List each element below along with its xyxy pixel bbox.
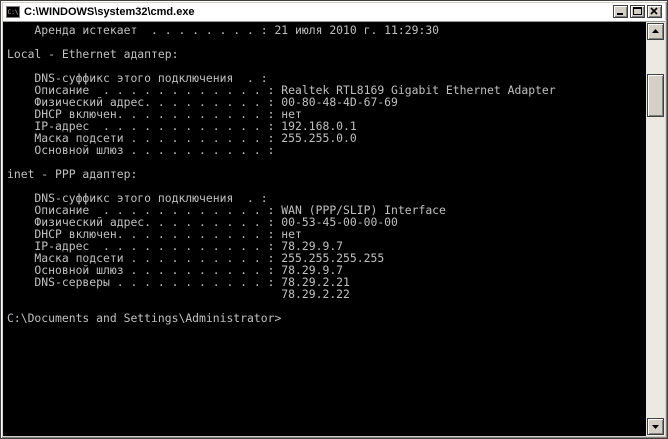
title-bar[interactable]: C:\ C:\WINDOWS\system32\cmd.exe bbox=[3, 3, 665, 22]
window-controls bbox=[613, 5, 662, 18]
scroll-thumb[interactable] bbox=[647, 73, 664, 117]
maximize-icon bbox=[633, 7, 642, 15]
minimize-icon bbox=[617, 13, 623, 15]
console-line: Основной шлюз . . . . . . . . . . : bbox=[7, 143, 275, 157]
minimize-button[interactable] bbox=[613, 5, 628, 18]
scroll-up-button[interactable] bbox=[647, 23, 664, 40]
console-line: Аренда истекает . . . . . . . . : 21 июл… bbox=[7, 23, 440, 37]
console-line: C:\Documents and Settings\Administrator> bbox=[7, 311, 282, 325]
vertical-scrollbar[interactable] bbox=[646, 22, 665, 436]
console-line: Local - Ethernet адаптер: bbox=[7, 47, 179, 61]
cmd-icon[interactable]: C:\ bbox=[6, 6, 20, 18]
scroll-down-button[interactable] bbox=[647, 418, 664, 435]
console-text: Аренда истекает . . . . . . . . : 21 июл… bbox=[7, 24, 556, 324]
cmd-window: C:\ C:\WINDOWS\system32\cmd.exe Аренда и… bbox=[0, 0, 668, 439]
arrow-down-icon bbox=[652, 425, 659, 429]
console-line: 78.29.2.22 bbox=[7, 287, 350, 301]
window-title: C:\WINDOWS\system32\cmd.exe bbox=[24, 6, 195, 18]
console-output[interactable]: Аренда истекает . . . . . . . . : 21 июл… bbox=[3, 22, 646, 436]
maximize-button[interactable] bbox=[630, 5, 645, 18]
arrow-up-icon bbox=[652, 29, 659, 33]
console-line: inet - PPP адаптер: bbox=[7, 167, 138, 181]
close-icon bbox=[650, 7, 658, 15]
close-button[interactable] bbox=[647, 5, 662, 18]
